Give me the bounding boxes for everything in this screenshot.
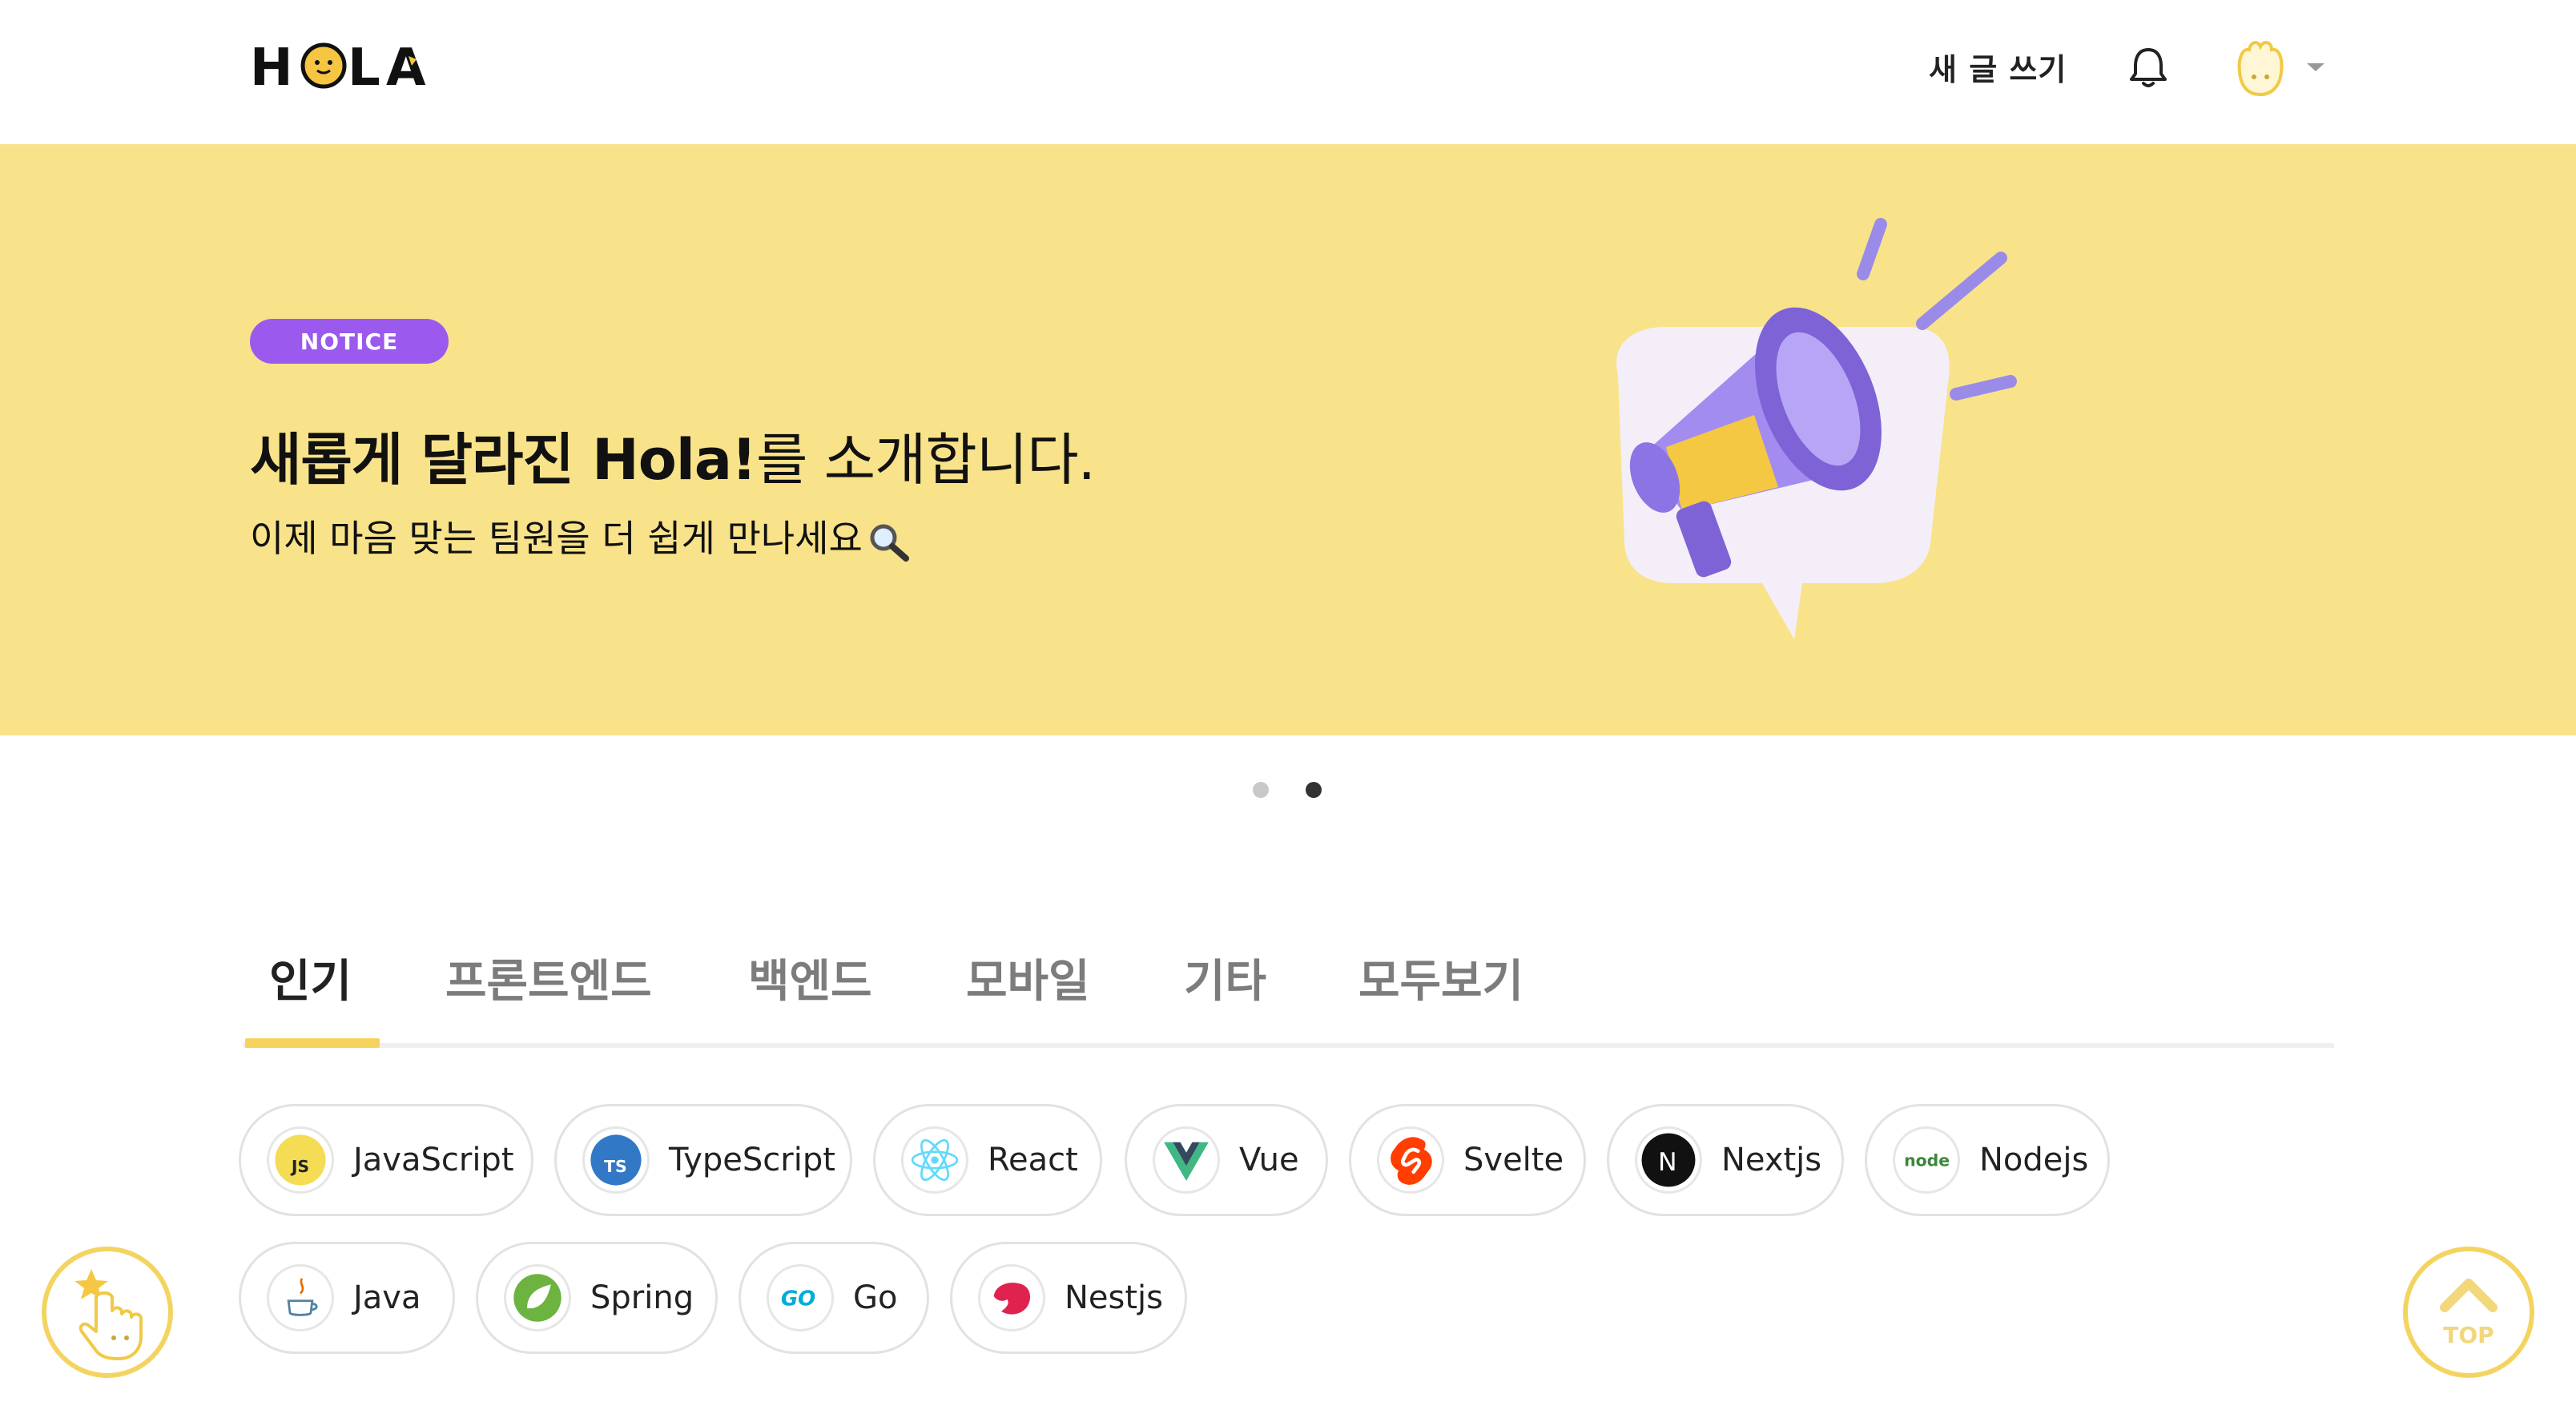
carousel-dot-2[interactable] bbox=[1306, 782, 1322, 798]
stack-label: Go bbox=[853, 1279, 898, 1316]
stack-label: Nodejs bbox=[1979, 1142, 2089, 1178]
javascript-icon: JS bbox=[267, 1126, 334, 1194]
stack-label: React bbox=[988, 1142, 1078, 1178]
magnifier-icon bbox=[870, 524, 909, 562]
stack-chip-nodejs[interactable]: node Nodejs bbox=[1865, 1104, 2110, 1216]
react-icon bbox=[901, 1126, 968, 1194]
stack-chip-svelte[interactable]: Svelte bbox=[1349, 1104, 1586, 1216]
tabs-divider bbox=[244, 1043, 2334, 1048]
tab-backend[interactable]: 백엔드 bbox=[748, 945, 872, 1010]
svg-text:N: N bbox=[1658, 1148, 1677, 1177]
chevron-up-icon bbox=[2440, 1279, 2498, 1312]
tab-frontend[interactable]: 프론트엔드 bbox=[445, 945, 652, 1010]
stack-label: Vue bbox=[1239, 1142, 1299, 1178]
spring-icon bbox=[504, 1264, 571, 1331]
scroll-top-button[interactable]: TOP bbox=[2403, 1247, 2534, 1378]
stack-chip-vue[interactable]: Vue bbox=[1125, 1104, 1328, 1216]
tab-etc[interactable]: 기타 bbox=[1184, 945, 1266, 1010]
carousel-dot-1[interactable] bbox=[1253, 782, 1269, 798]
typescript-icon: TS bbox=[582, 1126, 650, 1194]
svg-text:L: L bbox=[348, 38, 380, 93]
caret-down-icon[interactable] bbox=[2305, 61, 2326, 74]
write-post-link[interactable]: 새 글 쓰기 bbox=[1929, 45, 2067, 89]
top-label: TOP bbox=[2443, 1322, 2494, 1348]
stack-label: Spring bbox=[590, 1279, 694, 1316]
stack-label: Java bbox=[353, 1279, 421, 1316]
stack-label: TypeScript bbox=[669, 1142, 835, 1178]
svg-text:A: A bbox=[386, 38, 426, 93]
svg-text:GO: GO bbox=[781, 1287, 815, 1311]
java-icon bbox=[267, 1264, 334, 1331]
vue-icon bbox=[1153, 1126, 1220, 1194]
stack-label: JavaScript bbox=[353, 1142, 514, 1178]
bell-icon[interactable] bbox=[2127, 45, 2169, 90]
stack-chip-spring[interactable]: Spring bbox=[476, 1242, 718, 1354]
banner-subtitle: 이제 마음 맞는 팀원을 더 쉽게 만나세요 bbox=[250, 510, 911, 562]
stack-chip-java[interactable]: Java bbox=[239, 1242, 455, 1354]
hola-logo[interactable]: H L A bbox=[250, 38, 442, 93]
stack-label: Nextjs bbox=[1721, 1142, 1822, 1178]
notice-badge: NOTICE bbox=[250, 319, 449, 364]
megaphone-illustration bbox=[1616, 218, 2017, 639]
svg-text:node: node bbox=[1904, 1150, 1950, 1170]
tab-mobile[interactable]: 모바일 bbox=[966, 945, 1090, 1010]
nextjs-icon: N bbox=[1635, 1126, 1702, 1194]
nestjs-icon bbox=[978, 1264, 1045, 1331]
nodejs-icon: node bbox=[1893, 1126, 1960, 1194]
tab-popular[interactable]: 인기 bbox=[269, 945, 352, 1010]
banner-title-bold: 새롭게 달라진 Hola! bbox=[250, 427, 757, 493]
header: H L A 새 글 쓰기 bbox=[0, 0, 2576, 144]
svg-text:JS: JS bbox=[290, 1157, 309, 1176]
svg-text:TS: TS bbox=[604, 1157, 627, 1176]
stack-chip-nestjs[interactable]: Nestjs bbox=[950, 1242, 1187, 1354]
stack-chip-react[interactable]: React bbox=[873, 1104, 1102, 1216]
active-tab-indicator bbox=[245, 1038, 380, 1048]
banner-title-rest: 를 소개합니다. bbox=[755, 427, 1096, 493]
stack-chip-javascript[interactable]: JS JavaScript bbox=[239, 1104, 533, 1216]
stack-chip-nextjs[interactable]: N Nextjs bbox=[1607, 1104, 1844, 1216]
tab-all[interactable]: 모두보기 bbox=[1358, 945, 1523, 1010]
svelte-icon bbox=[1377, 1126, 1444, 1194]
svg-text:H: H bbox=[250, 38, 293, 93]
go-icon: GO bbox=[767, 1264, 834, 1331]
stack-chip-go[interactable]: GO Go bbox=[739, 1242, 929, 1354]
avatar[interactable] bbox=[2232, 37, 2289, 98]
floating-feedback-button[interactable] bbox=[42, 1247, 173, 1378]
banner-title: 새롭게 달라진 Hola!를 소개합니다. bbox=[250, 415, 1096, 496]
stack-label: Nestjs bbox=[1065, 1279, 1164, 1316]
stack-label: Svelte bbox=[1463, 1142, 1564, 1178]
banner-subtitle-text: 이제 마음 맞는 팀원을 더 쉽게 만나세요 bbox=[250, 517, 863, 560]
stack-chip-typescript[interactable]: TS TypeScript bbox=[554, 1104, 852, 1216]
pointing-hand-star-icon bbox=[74, 1269, 143, 1360]
